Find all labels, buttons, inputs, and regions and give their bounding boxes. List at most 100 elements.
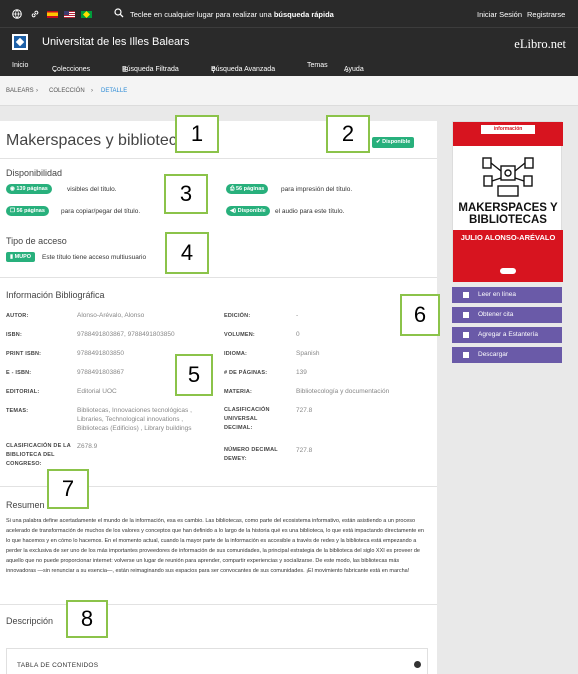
expand-icon[interactable] <box>414 661 421 668</box>
copy-pages-text: para copiar/pegar del título. <box>61 208 141 215</box>
read-online-label: Leer en línea <box>478 291 516 298</box>
register-link[interactable]: Registrarse <box>527 10 565 19</box>
book-cover[interactable]: información MAKERSPACES Y BIBLIOTECAS JU… <box>452 121 563 282</box>
quote-icon <box>463 312 469 318</box>
callout-5: 5 <box>175 354 213 396</box>
detail-panel <box>0 121 437 674</box>
cover-illustration <box>482 157 534 197</box>
isbn-label: ISBN: <box>6 332 22 338</box>
autor-value[interactable]: Alonso-Arévalo, Alonso <box>77 312 144 319</box>
disponibilidad-heading: Disponibilidad <box>6 168 63 178</box>
nav-temas[interactable]: Temas <box>307 62 328 69</box>
login-link[interactable]: Iniciar Sesión <box>477 10 522 19</box>
idioma-value: Spanish <box>296 350 320 357</box>
dewey-value: 727.8 <box>296 447 313 454</box>
materia-value[interactable]: Bibliotecología y documentación <box>296 388 389 395</box>
link-icon[interactable] <box>30 9 40 19</box>
idioma-label: IDIOMA: <box>224 351 248 357</box>
callout-3: 3 <box>164 174 208 214</box>
edicion-value: - <box>296 312 299 319</box>
editorial-value[interactable]: Editorial UOC <box>77 388 117 395</box>
resumen-text: Si una palabra define acertadamente el m… <box>6 518 424 575</box>
audio-text: el audio para este título. <box>275 208 345 215</box>
isbn-value: 9788491803867, 9788491803850 <box>77 331 175 338</box>
read-online-button[interactable]: Leer en línea <box>452 287 562 303</box>
printer-icon: ⎙ <box>230 186 235 192</box>
acceso-text: Este título tiene acceso multiusuario <box>42 254 147 261</box>
divider <box>0 277 437 278</box>
eisbn-value: 9788491803867 <box>77 369 124 376</box>
download-button[interactable]: Descargar <box>452 347 562 363</box>
editorial-label: EDITORIAL: <box>6 389 40 395</box>
main-nav: Inicio Colecciones ⌄ ☰ Búsqueda Filtrada… <box>0 58 578 76</box>
elibro-logo[interactable]: eLibro.net <box>514 37 566 52</box>
search-hint-bold: búsqueda rápida <box>273 10 334 19</box>
university-name[interactable]: Universitat de les Illes Balears <box>42 36 189 48</box>
paginas-label: # DE PÁGINAS: <box>224 370 268 376</box>
add-to-shelf-button[interactable]: Agregar a Estantería <box>452 327 562 343</box>
divider <box>0 158 437 159</box>
cud-value: 727.8 <box>296 407 313 414</box>
callout-1: 1 <box>175 115 219 153</box>
brazil-flag-icon[interactable] <box>81 10 92 19</box>
usa-flag-icon[interactable] <box>64 11 75 18</box>
cover-title: MAKERSPACES Y BIBLIOTECAS <box>458 202 558 226</box>
temas-value[interactable]: Bibliotecas, Innovaciones tecnológicas ,… <box>77 406 212 433</box>
callout-2: 2 <box>326 115 370 153</box>
callout-8: 8 <box>66 600 108 638</box>
cite-button[interactable]: Obtener cita <box>452 307 562 323</box>
breadcrumb-coleccion[interactable]: COLECCIÓN <box>49 88 85 94</box>
publisher-logo-icon <box>500 268 516 274</box>
nav-busqueda-avanzada-label: Búsqueda Avanzada <box>211 66 276 73</box>
volumen-label: VOLUMEN: <box>224 332 255 338</box>
mupo-badge-label: MUPO <box>14 254 32 260</box>
shelf-icon <box>463 332 469 338</box>
callout-6: 6 <box>400 294 440 336</box>
edicion-label: EDICIÓN: <box>224 313 251 319</box>
breadcrumb: BALEARS › COLECCIÓN › DETALLE <box>0 76 578 106</box>
callout-7: 7 <box>47 469 89 509</box>
copy-pages-count: 56 páginas <box>16 208 45 214</box>
add-to-shelf-label: Agregar a Estantería <box>478 331 538 338</box>
cover-author: JULIO ALONSO-ARÉVALO <box>460 233 556 242</box>
view-pages-count: 139 páginas <box>16 186 48 192</box>
audio-badge-label: Disponible <box>237 208 266 214</box>
toc-label: TABLA DE CONTENIDOS <box>17 662 99 669</box>
audio-badge: ◀) Disponible <box>226 206 270 216</box>
search-hint-text: Teclee en cualquier lugar para realizar … <box>130 10 274 19</box>
callout-4: 4 <box>165 232 209 274</box>
cover-top-band: información <box>453 122 563 146</box>
autor-label: AUTOR: <box>6 313 29 319</box>
globe-icon[interactable] <box>12 9 22 19</box>
eisbn-label: E - ISBN: <box>6 370 32 376</box>
mupo-badge: ▮ MUPO <box>6 252 36 262</box>
view-pages-text: visibles del título. <box>67 186 117 193</box>
toc-accordion[interactable]: TABLA DE CONTENIDOS <box>6 648 428 674</box>
book-icon <box>463 292 469 298</box>
temas-label: TEMAS: <box>6 408 29 414</box>
lc-classification-label: CLASIFICACIÓN DE LA BIBLIOTECA DEL CONGR… <box>6 443 71 467</box>
acceso-heading: Tipo de acceso <box>6 236 67 246</box>
top-header: Teclee en cualquier lugar para realizar … <box>0 0 578 76</box>
lc-classification-value: Z678.9 <box>77 443 98 450</box>
search-icon[interactable] <box>114 8 124 18</box>
utility-bar: Teclee en cualquier lugar para realizar … <box>0 0 578 28</box>
print-isbn-value: 9788491803850 <box>77 350 124 357</box>
breadcrumb-balears[interactable]: BALEARS <box>6 88 34 94</box>
check-icon: ✔ <box>376 139 381 145</box>
eye-icon: ◉ <box>10 186 15 192</box>
quick-search-hint[interactable]: Teclee en cualquier lugar para realizar … <box>130 10 334 19</box>
view-pages-badge: ◉ 139 páginas <box>6 184 52 194</box>
breadcrumb-detalle: DETALLE <box>101 88 128 94</box>
speaker-icon: ◀) <box>230 208 237 214</box>
breadcrumb-separator-icon: › <box>36 88 38 94</box>
university-logo[interactable] <box>12 34 28 50</box>
volumen-value: 0 <box>296 331 300 338</box>
resumen-heading: Resumen <box>6 500 45 510</box>
spain-flag-icon[interactable] <box>47 11 58 18</box>
copy-icon: ❐ <box>10 208 15 214</box>
breadcrumb-separator-icon: › <box>91 88 93 94</box>
bib-heading: Información Bibliográfica <box>6 290 105 300</box>
materia-label: MATERIA: <box>224 389 253 395</box>
nav-inicio[interactable]: Inicio <box>12 62 28 69</box>
